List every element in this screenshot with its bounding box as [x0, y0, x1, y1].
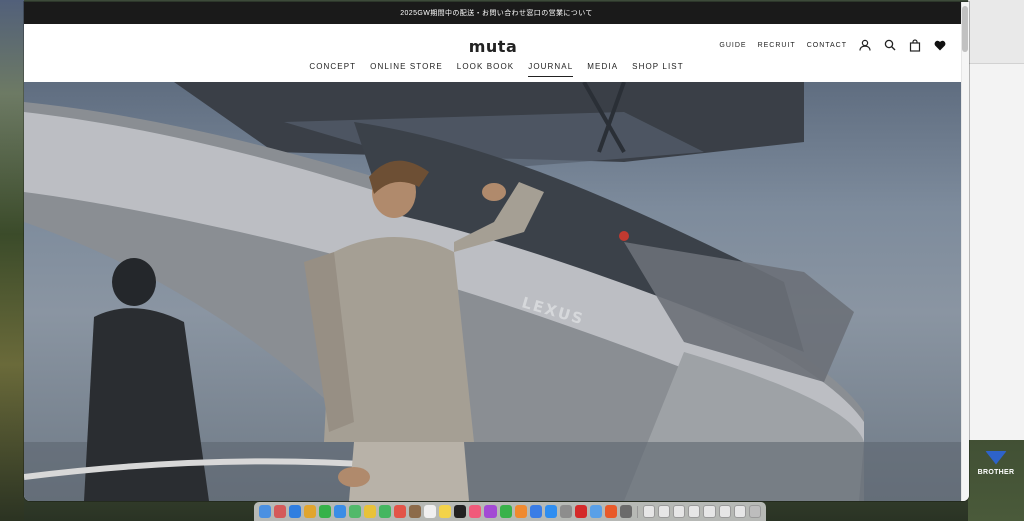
nav-concept[interactable]: CONCEPT [302, 62, 363, 77]
numbers-icon[interactable] [499, 505, 512, 518]
desktop-wallpaper-left [0, 0, 24, 521]
music-icon[interactable] [469, 505, 482, 518]
background-window-toolbar [969, 0, 1024, 64]
hero-image[interactable]: LEXUS [24, 82, 961, 501]
window-icon[interactable] [688, 505, 701, 518]
contacts-icon[interactable] [409, 505, 422, 518]
calendar-icon[interactable] [394, 505, 407, 518]
reminders-icon[interactable] [424, 505, 437, 518]
announcement-bar[interactable]: 2025GW期間中の配送・お問い合わせ窓口の営業について [24, 2, 969, 24]
nav-journal[interactable]: JOURNAL [521, 62, 580, 77]
settings-icon[interactable] [559, 505, 572, 518]
account-icon[interactable] [858, 38, 872, 52]
guide-link[interactable]: GUIDE [719, 42, 746, 49]
facetime-icon[interactable] [379, 505, 392, 518]
nav-shop-list[interactable]: SHOP LIST [625, 62, 691, 77]
finder-icon[interactable] [259, 505, 272, 518]
office-icon[interactable] [604, 505, 617, 518]
search-icon[interactable] [883, 38, 897, 52]
window-icon[interactable] [733, 505, 746, 518]
mail-icon[interactable] [334, 505, 347, 518]
brand-logo[interactable]: muta [468, 36, 518, 56]
photos-icon[interactable] [364, 505, 377, 518]
brand-logo-text: muta [468, 36, 518, 56]
doc-icon[interactable] [642, 505, 655, 518]
nav-online-store[interactable]: ONLINE STORE [363, 62, 450, 77]
window-icon[interactable] [657, 505, 671, 518]
launchpad-icon[interactable] [274, 505, 287, 518]
notes-icon[interactable] [439, 505, 452, 518]
printer-icon [985, 450, 1007, 465]
appstore-icon[interactable] [544, 505, 557, 518]
safari-icon[interactable] [289, 505, 302, 518]
dock-separator [636, 505, 638, 518]
hero-photo-boat-model [24, 82, 961, 501]
podcasts-icon[interactable] [484, 505, 497, 518]
site-header: muta GUIDE RECRUIT CONTACT CONCEPT ONLIN… [24, 24, 969, 82]
messages-icon[interactable] [319, 505, 332, 518]
page-scrollbar-thumb[interactable] [962, 6, 968, 52]
browser-window: 2025GW期間中の配送・お問い合わせ窓口の営業について muta GUIDE … [24, 2, 969, 501]
screenshot-icon[interactable] [619, 505, 632, 518]
recruit-link[interactable]: RECRUIT [758, 42, 796, 49]
maps-icon[interactable] [349, 505, 362, 518]
chrome-icon[interactable] [304, 505, 317, 518]
printer-label: BROTHER [977, 468, 1015, 476]
window-icon[interactable] [703, 505, 716, 518]
nav-media[interactable]: MEDIA [580, 62, 625, 77]
preview-icon[interactable] [589, 505, 602, 518]
cart-icon[interactable] [908, 38, 922, 52]
macos-dock [254, 502, 766, 521]
announcement-text[interactable]: 2025GW期間中の配送・お問い合わせ窓口の営業について [400, 8, 593, 18]
nav-look-book[interactable]: LOOK BOOK [450, 62, 521, 77]
page-scrollbar[interactable] [961, 2, 969, 501]
window-icon[interactable] [673, 505, 686, 518]
tv-icon[interactable] [454, 505, 467, 518]
contact-link[interactable]: CONTACT [807, 42, 847, 49]
pages-icon[interactable] [514, 505, 527, 518]
background-window [968, 0, 1024, 440]
keynote-icon[interactable] [529, 505, 542, 518]
desktop-printer-shortcut[interactable]: BROTHER [968, 440, 1024, 486]
window-icon[interactable] [718, 505, 731, 518]
main-nav: CONCEPT ONLINE STORE LOOK BOOK JOURNAL M… [24, 62, 969, 77]
utility-nav: GUIDE RECRUIT CONTACT [719, 38, 947, 52]
acrobat-icon[interactable] [574, 505, 587, 518]
trash-icon[interactable] [748, 505, 762, 518]
heart-icon[interactable] [933, 38, 947, 52]
